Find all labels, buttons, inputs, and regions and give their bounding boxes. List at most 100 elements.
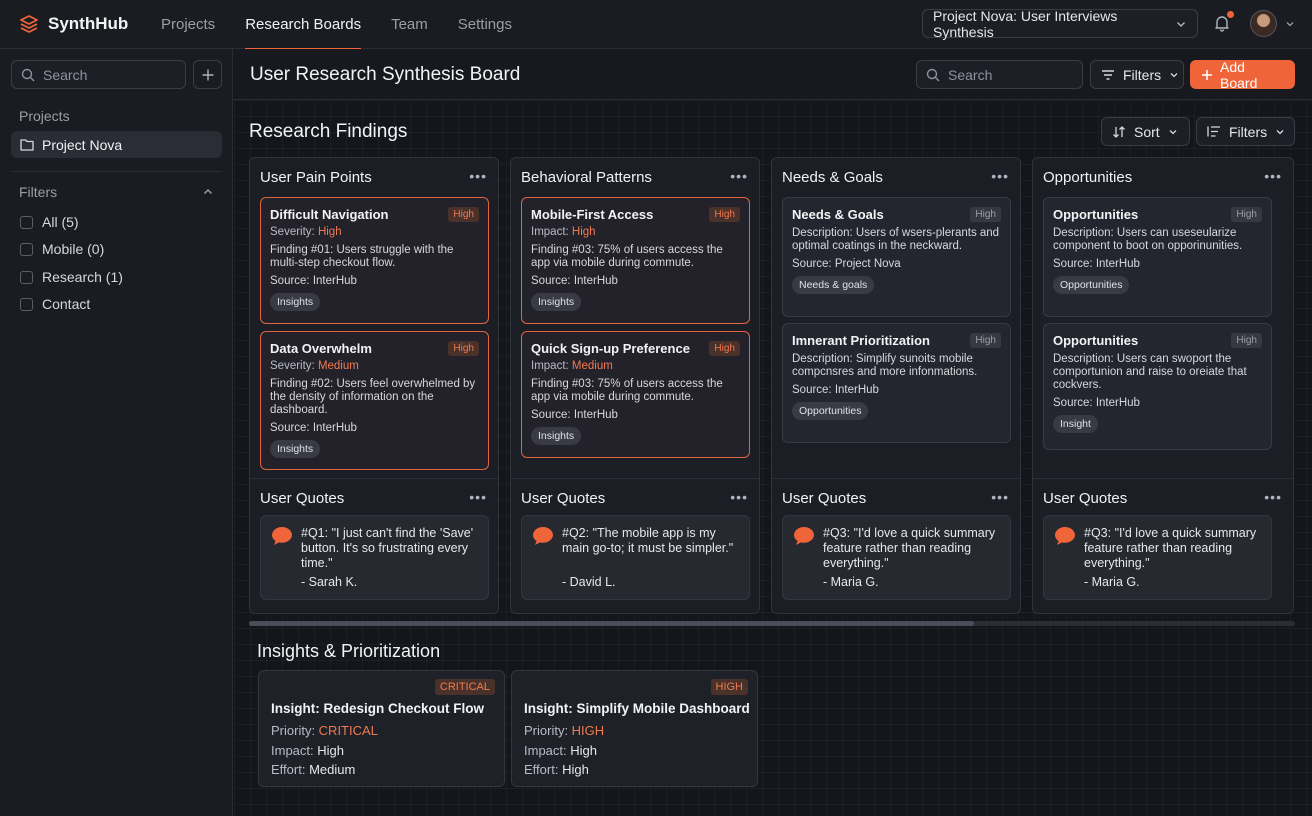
more-options-icon[interactable]: ••• bbox=[991, 489, 1009, 505]
card-source: Source: InterHub bbox=[270, 422, 357, 434]
card-tag[interactable]: Insights bbox=[531, 427, 582, 445]
filter-mobile[interactable]: Mobile (0) bbox=[20, 241, 104, 257]
card-tag[interactable]: Insights bbox=[531, 293, 582, 311]
app-logo[interactable]: SynthHub bbox=[19, 14, 149, 34]
checkbox[interactable] bbox=[20, 215, 33, 229]
priority-badge: CRITICAL bbox=[434, 679, 495, 695]
column-title: Behavioral Patterns bbox=[521, 169, 652, 186]
more-options-icon[interactable]: ••• bbox=[469, 489, 487, 505]
finding-card[interactable]: Data Overwhelm High Severity: Medium Fin… bbox=[260, 331, 489, 470]
tab-projects[interactable]: Projects bbox=[161, 0, 215, 49]
quote-card[interactable]: #Q2: "The mobile app is my main go-to; i… bbox=[521, 515, 750, 600]
notification-dot bbox=[1227, 11, 1234, 18]
app-name: SynthHub bbox=[48, 14, 129, 33]
horizontal-scrollbar[interactable] bbox=[249, 621, 1295, 626]
chevron-up-icon bbox=[202, 186, 214, 198]
scrollbar-thumb[interactable] bbox=[249, 621, 974, 626]
add-project-button[interactable] bbox=[193, 60, 222, 89]
card-description: Finding #02: Users feel overwhelmed by t… bbox=[270, 378, 476, 416]
card-source: Source: InterHub bbox=[270, 275, 357, 287]
priority-badge: High bbox=[1231, 207, 1262, 222]
add-board-button[interactable]: Add Board bbox=[1190, 59, 1295, 91]
insight-card[interactable]: CRITICAL Insight: Redesign Checkout Flow… bbox=[258, 670, 505, 787]
card-tag[interactable]: Insights bbox=[270, 293, 321, 311]
avatar[interactable] bbox=[1250, 10, 1277, 37]
search-icon bbox=[926, 68, 940, 82]
sidebar-item-label: Project Nova bbox=[42, 136, 123, 153]
column-title: Needs & Goals bbox=[782, 169, 883, 186]
priority-badge: HIGH bbox=[710, 679, 748, 695]
sort-label: Sort bbox=[1134, 123, 1160, 140]
speech-bubble-icon bbox=[271, 526, 293, 546]
card-tag[interactable]: Opportunities bbox=[792, 402, 869, 420]
tab-team[interactable]: Team bbox=[391, 0, 428, 49]
project-selector[interactable]: Project Nova: User Interviews Synthesis bbox=[922, 7, 1198, 40]
stack-logo-icon bbox=[19, 14, 39, 34]
card-meta: Severity: High bbox=[270, 226, 342, 238]
filter-contact[interactable]: Contact bbox=[20, 296, 90, 312]
quotes-title: User Quotes bbox=[782, 490, 867, 507]
sort-button[interactable]: Sort bbox=[1101, 117, 1190, 146]
finding-card[interactable]: Needs & Goals High Description: Users of… bbox=[782, 197, 1011, 317]
filter-research[interactable]: Research (1) bbox=[20, 269, 123, 285]
chevron-down-icon bbox=[1168, 127, 1178, 137]
finding-card[interactable]: Mobile-First Access High Impact: High Fi… bbox=[521, 197, 750, 324]
divider bbox=[772, 478, 1020, 479]
more-options-icon[interactable]: ••• bbox=[1264, 489, 1282, 505]
tab-research-boards[interactable]: Research Boards bbox=[245, 0, 361, 50]
checkbox[interactable] bbox=[20, 270, 33, 284]
tab-settings[interactable]: Settings bbox=[458, 0, 512, 49]
chevron-down-icon[interactable] bbox=[1285, 19, 1295, 29]
filter-label: All (5) bbox=[42, 214, 79, 230]
insight-card[interactable]: HIGH Insight: Simplify Mobile Dashboard … bbox=[511, 670, 758, 787]
filters-section-toggle[interactable]: Filters bbox=[19, 184, 214, 200]
findings-filters-button[interactable]: Filters bbox=[1196, 117, 1295, 146]
more-options-icon[interactable]: ••• bbox=[469, 168, 487, 184]
more-options-icon[interactable]: ••• bbox=[1264, 168, 1282, 184]
card-description: Description: Simplify sunoits mobile com… bbox=[792, 353, 978, 378]
checkbox[interactable] bbox=[20, 297, 33, 311]
board-search-input[interactable]: Search bbox=[916, 60, 1083, 89]
board-search-placeholder: Search bbox=[948, 66, 993, 83]
finding-card[interactable]: Opportunities High Description: Users ca… bbox=[1043, 197, 1272, 317]
card-tag[interactable]: Needs & goals bbox=[792, 276, 875, 294]
insight-priority: Priority: HIGH bbox=[524, 723, 605, 738]
card-tag[interactable]: Opportunities bbox=[1053, 276, 1130, 294]
priority-badge: High bbox=[448, 341, 479, 356]
card-description: Finding #03: 75% of users access the app… bbox=[531, 378, 723, 403]
filter-label: Mobile (0) bbox=[42, 241, 105, 257]
insight-impact: Impact: High bbox=[271, 743, 344, 758]
filter-all[interactable]: All (5) bbox=[20, 214, 79, 230]
column-needs-goals: Needs & Goals ••• Needs & Goals High Des… bbox=[771, 157, 1021, 614]
plus-icon bbox=[1201, 69, 1213, 81]
project-selector-value: Project Nova: User Interviews Synthesis bbox=[933, 7, 1118, 40]
finding-card[interactable]: Difficult Navigation High Severity: High… bbox=[260, 197, 489, 324]
insight-title: Insight: Simplify Mobile Dashboard bbox=[524, 701, 750, 716]
header-filters-button[interactable]: Filters bbox=[1090, 60, 1184, 89]
quote-author: - Sarah K. bbox=[301, 575, 358, 589]
speech-bubble-icon bbox=[532, 526, 554, 546]
column-user-pain-points: User Pain Points ••• Difficult Navigatio… bbox=[249, 157, 499, 614]
card-tag[interactable]: Insight bbox=[1053, 415, 1098, 433]
card-source: Source: InterHub bbox=[1053, 397, 1140, 409]
more-options-icon[interactable]: ••• bbox=[730, 168, 748, 184]
quote-card[interactable]: #Q1: "I just can't find the 'Save' butto… bbox=[260, 515, 489, 600]
priority-badge: High bbox=[709, 207, 740, 222]
sidebar-item-project-nova[interactable]: Project Nova bbox=[11, 131, 222, 158]
checkbox[interactable] bbox=[20, 242, 33, 256]
quote-card[interactable]: #Q3: "I'd love a quick summary feature r… bbox=[1043, 515, 1272, 600]
finding-card[interactable]: Opportunities High Description: Users ca… bbox=[1043, 323, 1272, 450]
finding-card[interactable]: Quick Sign-up Preference High Impact: Me… bbox=[521, 331, 750, 458]
more-options-icon[interactable]: ••• bbox=[730, 489, 748, 505]
divider bbox=[250, 478, 498, 479]
card-meta: Impact: High bbox=[531, 226, 596, 238]
quote-author: - Maria G. bbox=[823, 575, 879, 589]
finding-card[interactable]: Imnerant Prioritization High Description… bbox=[782, 323, 1011, 443]
more-options-icon[interactable]: ••• bbox=[991, 168, 1009, 184]
quote-card[interactable]: #Q3: "I'd love a quick summary feature r… bbox=[782, 515, 1011, 600]
filter-label: Contact bbox=[42, 296, 91, 312]
card-tag[interactable]: Insights bbox=[270, 440, 321, 458]
filters-label: Filters bbox=[1229, 123, 1268, 140]
card-description: Description: Users of wsers-plerants and… bbox=[792, 227, 1000, 252]
sidebar-search-input[interactable]: Search bbox=[11, 60, 186, 89]
